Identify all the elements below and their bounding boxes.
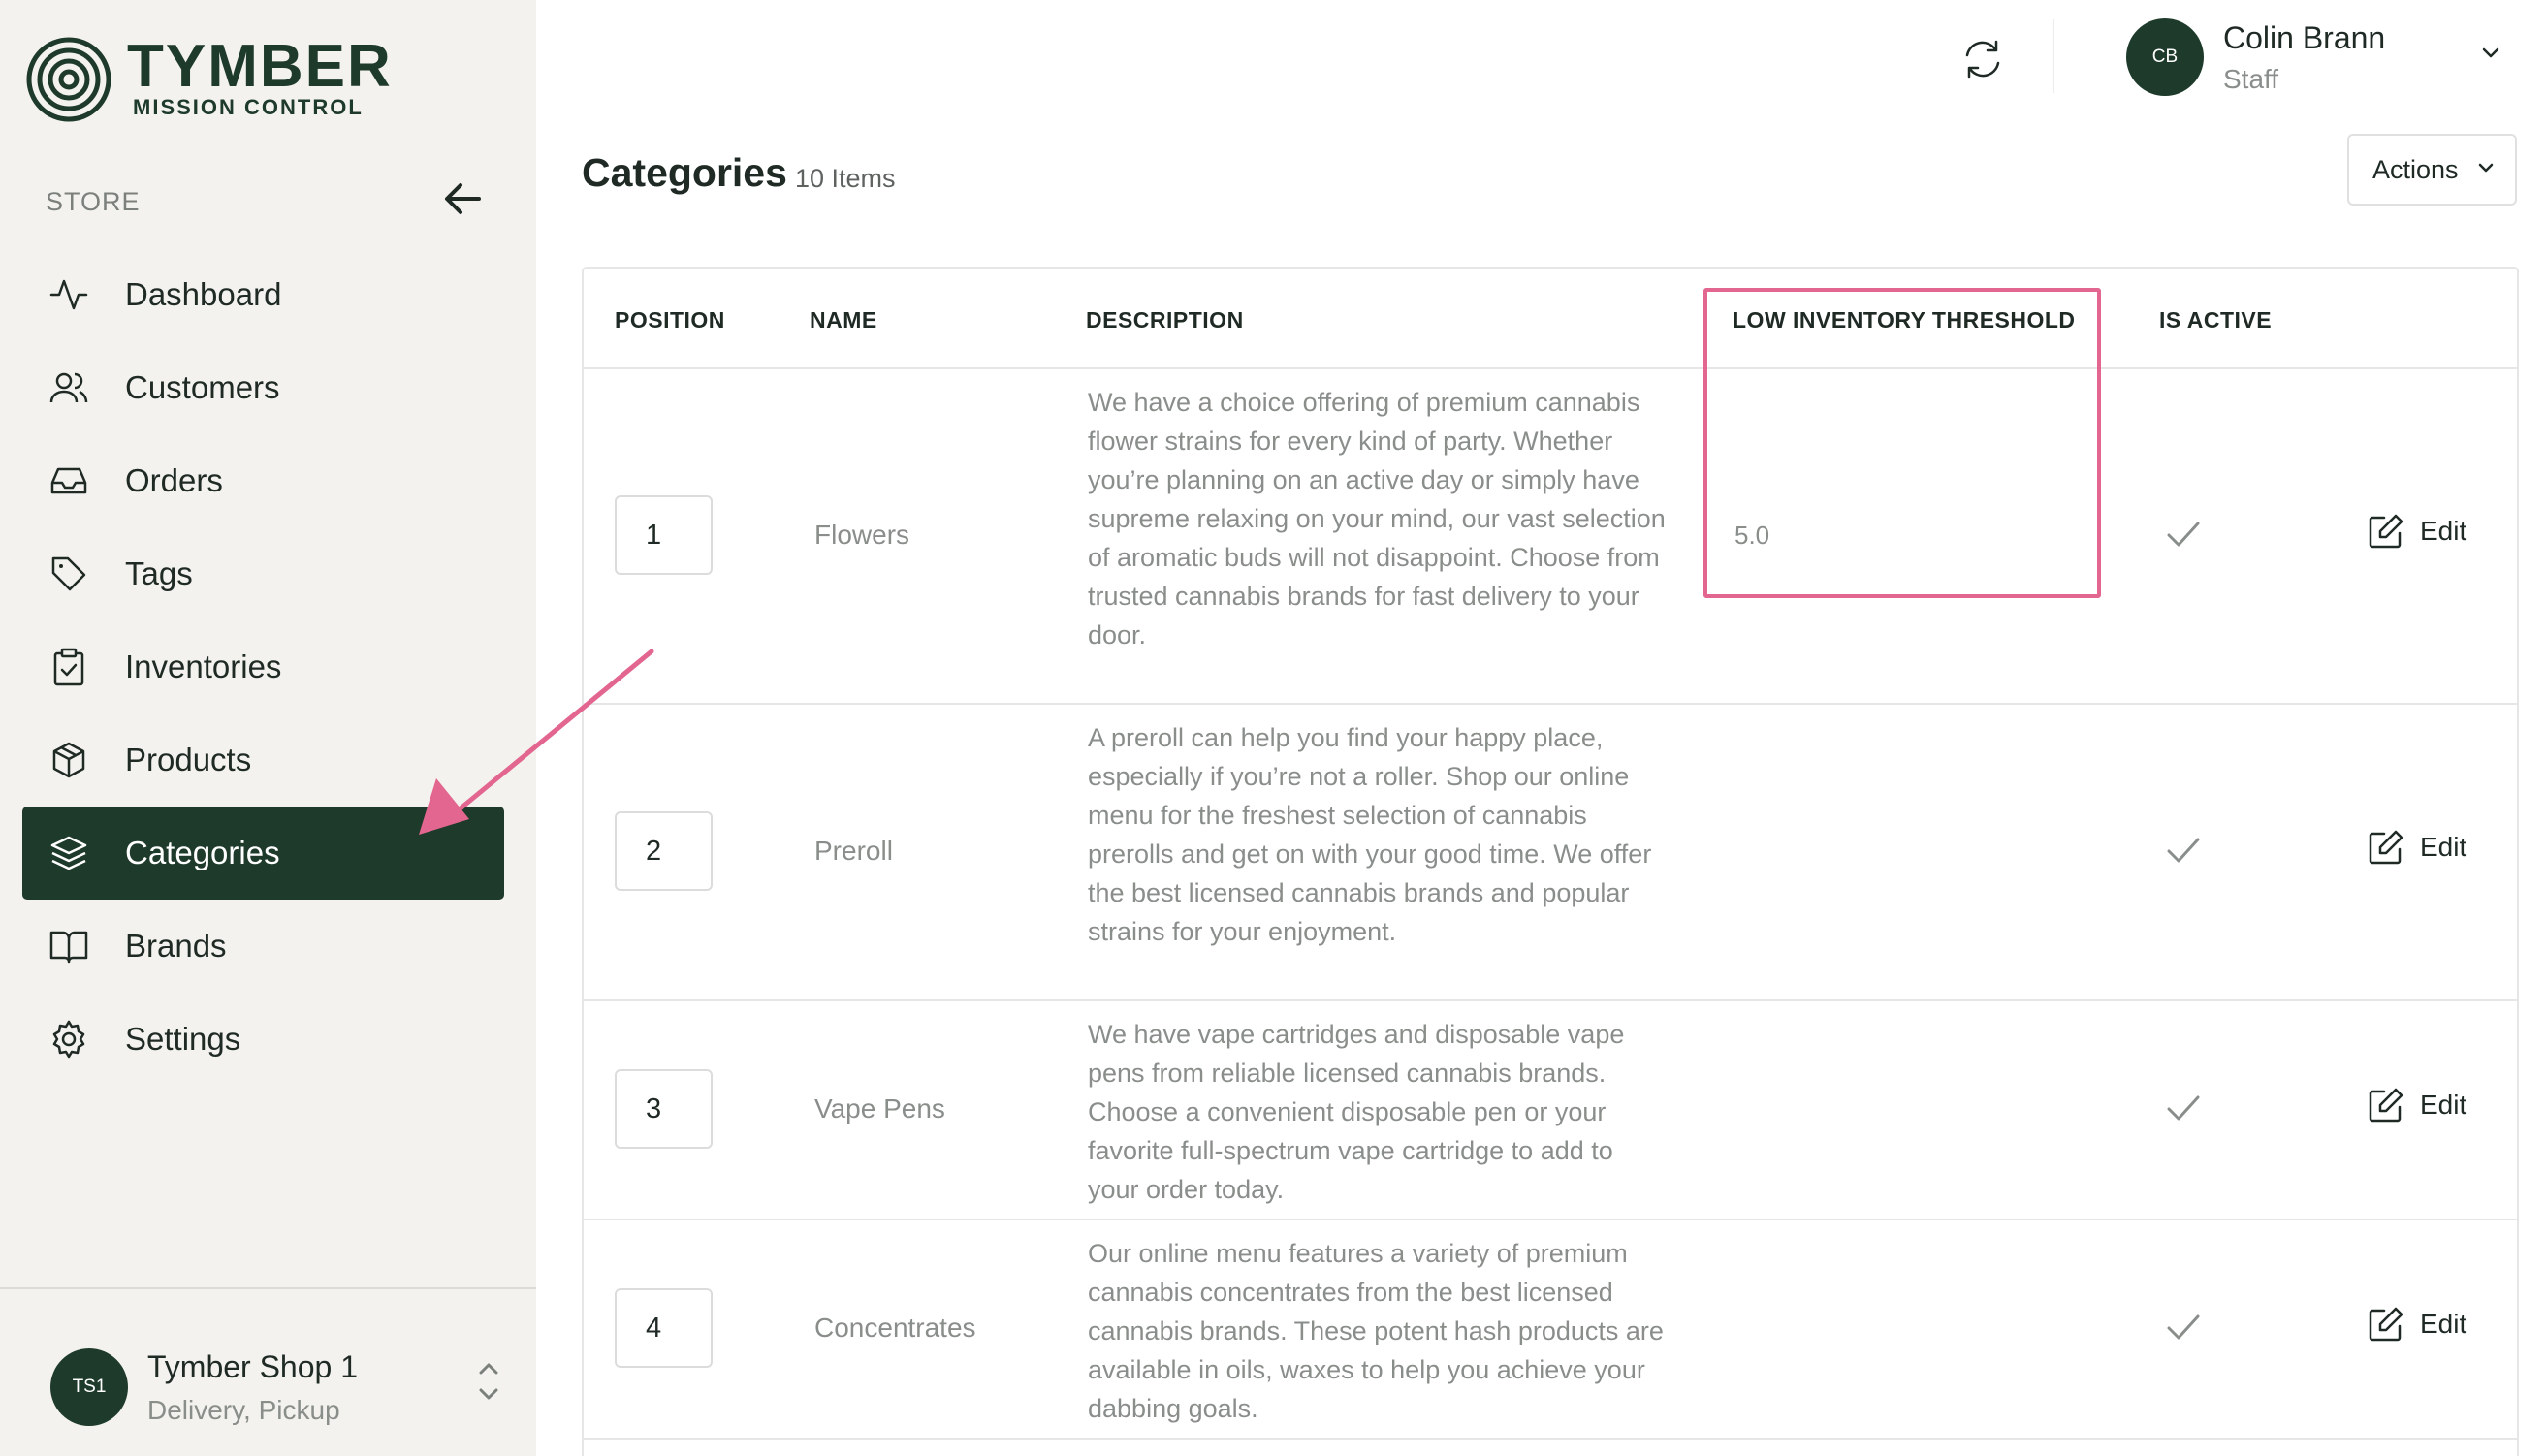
edit-label: Edit	[2420, 1309, 2467, 1339]
category-description: Our online menu features a variety of pr…	[1088, 1239, 1664, 1423]
sidebar-item-tags[interactable]: Tags	[22, 527, 504, 620]
gear-icon	[49, 1020, 88, 1059]
sidebar-nav: Dashboard Customers Orders Tags Inventor…	[22, 248, 504, 1086]
edit-label: Edit	[2420, 832, 2467, 862]
sidebar-item-inventories[interactable]: Inventories	[22, 620, 504, 713]
sidebar-item-products[interactable]: Products	[22, 713, 504, 807]
edit-icon	[2369, 514, 2403, 549]
activity-icon	[49, 275, 88, 314]
users-icon	[49, 368, 88, 407]
sidebar-item-brands[interactable]: Brands	[22, 900, 504, 993]
table-header: POSITION NAME DESCRIPTION LOW INVENTORY …	[584, 269, 2517, 369]
table-row: 2 Preroll A preroll can help you find yo…	[584, 705, 2517, 1001]
category-name: Preroll	[814, 836, 893, 866]
category-description: We have a choice offering of premium can…	[1088, 388, 1666, 649]
edit-button[interactable]: Edit	[2368, 513, 2466, 550]
sidebar-item-categories[interactable]: Categories	[22, 807, 504, 900]
brand-subtitle: MISSION CONTROL	[133, 95, 364, 119]
box-icon	[49, 741, 88, 779]
section-label: STORE	[46, 187, 141, 216]
sidebar-item-label: Customers	[125, 369, 280, 405]
header-divider	[2053, 19, 2054, 93]
category-description: A preroll can help you find your happy p…	[1088, 723, 1652, 946]
categories-table: POSITION NAME DESCRIPTION LOW INVENTORY …	[582, 267, 2519, 1456]
chevron-up-down-icon	[479, 1363, 498, 1400]
arrow-left-icon	[445, 183, 481, 214]
column-header-name[interactable]: NAME	[810, 307, 877, 333]
target-logo-icon	[26, 37, 111, 122]
check-icon	[2162, 829, 2205, 871]
column-header-is-active[interactable]: IS ACTIVE	[2159, 307, 2272, 333]
table-row: 4 Concentrates Our online menu features …	[584, 1220, 2517, 1440]
clipboard-check-icon	[49, 648, 88, 686]
sidebar-item-label: Settings	[125, 1021, 241, 1057]
category-name: Flowers	[814, 520, 910, 550]
store-avatar: TS1	[50, 1348, 128, 1426]
sidebar-item-settings[interactable]: Settings	[22, 993, 504, 1086]
refresh-icon	[1965, 40, 2000, 79]
inbox-icon	[49, 461, 88, 500]
check-icon	[2162, 1306, 2205, 1348]
sidebar-item-customers[interactable]: Customers	[22, 341, 504, 434]
highlight-annotation	[1703, 288, 2101, 598]
store-switcher[interactable]: TS1 Tymber Shop 1 Delivery, Pickup	[50, 1345, 498, 1429]
layers-icon	[49, 834, 88, 872]
check-icon	[2162, 513, 2205, 555]
sidebar-item-label: Orders	[125, 462, 223, 498]
user-role: Staff	[2223, 63, 2279, 94]
category-description: We have vape cartridges and disposable v…	[1088, 1020, 1625, 1204]
store-name: Tymber Shop 1	[147, 1348, 358, 1384]
edit-button[interactable]: Edit	[2368, 829, 2466, 866]
edit-icon	[2369, 1088, 2403, 1123]
table-row: 3 Vape Pens We have vape cartridges and …	[584, 1001, 2517, 1220]
collapse-sidebar-button[interactable]	[441, 177, 484, 220]
refresh-button[interactable]	[1958, 35, 2007, 83]
position-input[interactable]: 3	[615, 1069, 713, 1149]
edit-label: Edit	[2420, 516, 2467, 546]
edit-icon	[2369, 830, 2403, 865]
chevron-down-icon	[2482, 47, 2499, 58]
brand-name: TYMBER	[127, 33, 393, 100]
brand-logo[interactable]: TYMBER MISSION CONTROL	[26, 37, 393, 122]
position-input[interactable]: 1	[615, 495, 713, 575]
edit-button[interactable]: Edit	[2368, 1306, 2466, 1343]
sidebar-item-label: Tags	[125, 555, 193, 591]
sidebar-divider	[0, 1287, 536, 1289]
category-name: Concentrates	[814, 1313, 976, 1343]
sidebar: TYMBER MISSION CONTROL STORE Dashboard C…	[0, 0, 536, 1456]
avatar: CB	[2126, 18, 2204, 96]
table-row: 1 Flowers We have a choice offering of p…	[584, 369, 2517, 705]
edit-button[interactable]: Edit	[2368, 1087, 2466, 1124]
sidebar-item-label: Categories	[125, 835, 280, 870]
check-icon	[2162, 1087, 2205, 1129]
column-header-position[interactable]: POSITION	[615, 307, 725, 333]
position-input[interactable]: 2	[615, 811, 713, 891]
column-header-description[interactable]: DESCRIPTION	[1086, 307, 1244, 333]
book-open-icon	[49, 927, 88, 965]
item-count: 10 Items	[795, 164, 896, 193]
edit-label: Edit	[2420, 1090, 2467, 1120]
sidebar-item-label: Brands	[125, 928, 227, 964]
edit-icon	[2369, 1307, 2403, 1342]
user-menu[interactable]: CB Colin Brann Staff	[2126, 17, 2514, 97]
sidebar-item-label: Products	[125, 742, 252, 777]
actions-dropdown[interactable]: Actions	[2347, 134, 2517, 206]
sidebar-item-dashboard[interactable]: Dashboard	[22, 248, 504, 341]
user-name: Colin Brann	[2223, 19, 2386, 55]
sidebar-item-label: Inventories	[125, 649, 282, 684]
sidebar-item-label: Dashboard	[125, 276, 282, 312]
position-input[interactable]: 4	[615, 1288, 713, 1368]
page-title: Categories	[582, 150, 787, 195]
category-name: Vape Pens	[814, 1093, 945, 1124]
sidebar-item-orders[interactable]: Orders	[22, 434, 504, 527]
actions-label: Actions	[2372, 154, 2459, 184]
chevron-down-icon	[2478, 163, 2494, 173]
tag-icon	[49, 554, 88, 593]
store-modes: Delivery, Pickup	[147, 1394, 340, 1425]
